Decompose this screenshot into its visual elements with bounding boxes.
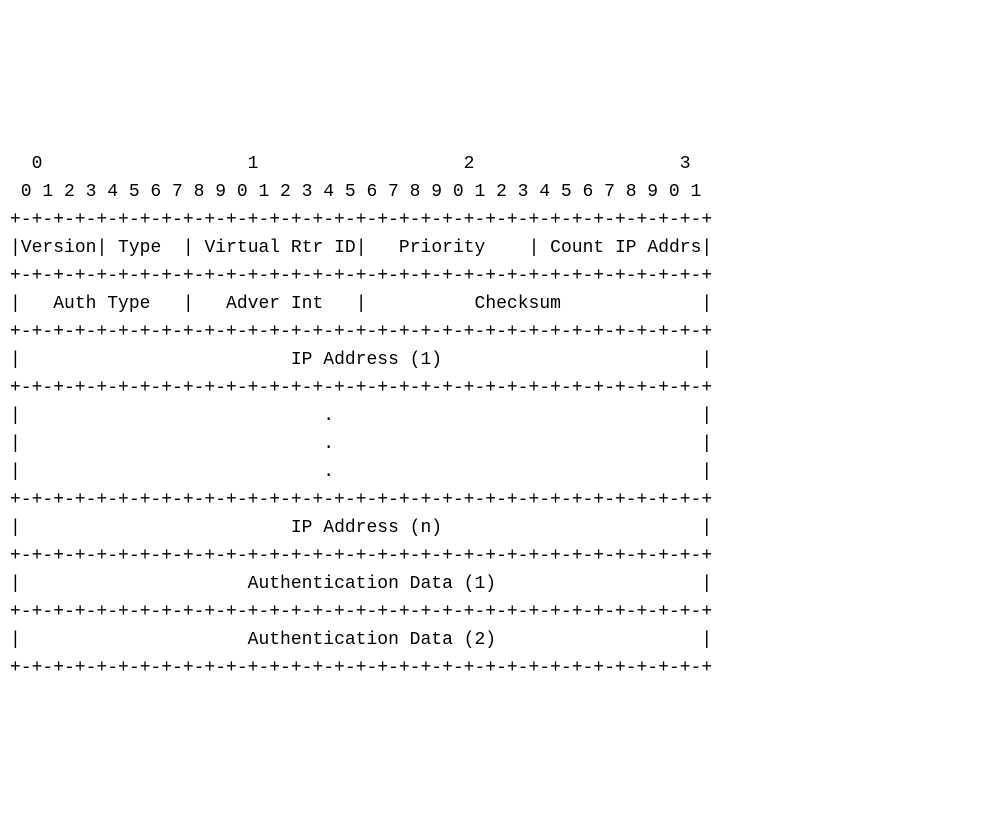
separator: +-+-+-+-+-+-+-+-+-+-+-+-+-+-+-+-+-+-+-+-… [10,602,712,622]
field-type: Type [107,238,183,258]
field-priority: Priority [367,238,529,258]
ellipsis-row: . [21,462,702,482]
field-virtual-rtr-id: Virtual Rtr ID [194,238,356,258]
ellipsis-row: . [21,434,702,454]
field-count-ip-addrs: Count IP Addrs [539,238,701,258]
separator: +-+-+-+-+-+-+-+-+-+-+-+-+-+-+-+-+-+-+-+-… [10,322,712,342]
ruler-tens: 0 1 2 3 [10,154,691,174]
separator: +-+-+-+-+-+-+-+-+-+-+-+-+-+-+-+-+-+-+-+-… [10,658,712,678]
field-ip-address-1: IP Address (1) [21,350,702,370]
field-version: Version [21,238,97,258]
field-auth-data-2: Authentication Data (2) [21,630,702,650]
field-checksum: Checksum [367,294,702,314]
separator: +-+-+-+-+-+-+-+-+-+-+-+-+-+-+-+-+-+-+-+-… [10,546,712,566]
ruler-units: 0 1 2 3 4 5 6 7 8 9 0 1 2 3 4 5 6 7 8 9 … [10,182,701,202]
field-auth-type: Auth Type [21,294,183,314]
separator: +-+-+-+-+-+-+-+-+-+-+-+-+-+-+-+-+-+-+-+-… [10,378,712,398]
separator: +-+-+-+-+-+-+-+-+-+-+-+-+-+-+-+-+-+-+-+-… [10,266,712,286]
separator: +-+-+-+-+-+-+-+-+-+-+-+-+-+-+-+-+-+-+-+-… [10,490,712,510]
separator: +-+-+-+-+-+-+-+-+-+-+-+-+-+-+-+-+-+-+-+-… [10,210,712,230]
field-ip-address-n: IP Address (n) [21,518,702,538]
field-auth-data-1: Authentication Data (1) [21,574,702,594]
field-adver-int: Adver Int [194,294,356,314]
packet-format-diagram: 0 1 2 3 0 1 2 3 4 5 6 7 8 9 0 1 2 3 4 5 … [10,122,990,682]
ellipsis-row: . [21,406,702,426]
